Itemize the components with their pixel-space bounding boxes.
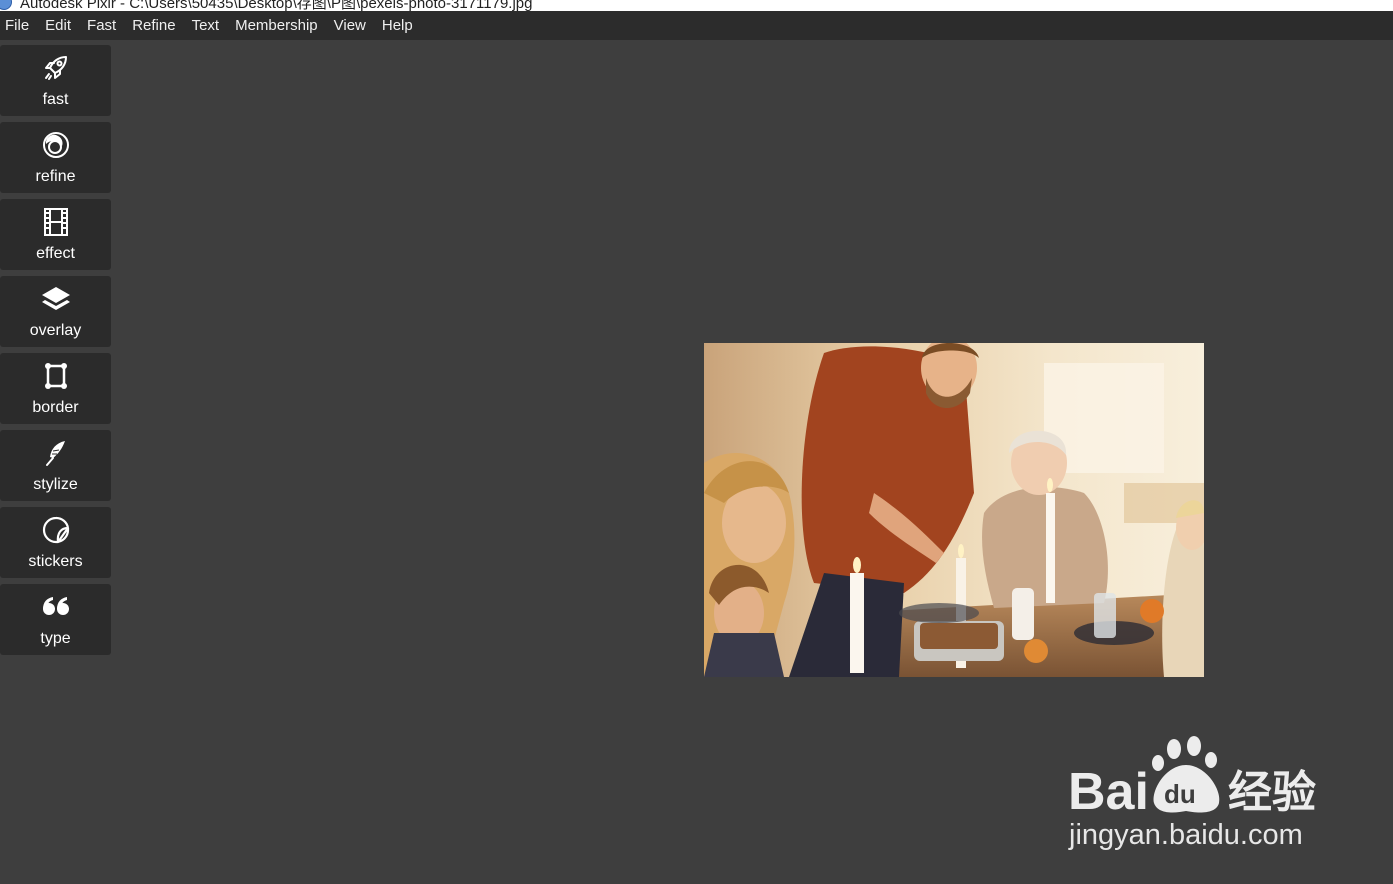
baidu-watermark: Bai 经验 du jingyan.baidu.com <box>1066 735 1326 855</box>
menu-fast[interactable]: Fast <box>79 11 124 40</box>
tool-stickers-button[interactable]: stickers <box>0 507 111 578</box>
app-icon <box>0 0 12 10</box>
tool-border-button[interactable]: border <box>0 353 111 424</box>
tool-effect-button[interactable]: effect <box>0 199 111 270</box>
tool-label: effect <box>36 245 75 262</box>
tool-label: overlay <box>29 322 82 339</box>
menu-membership[interactable]: Membership <box>227 11 326 40</box>
window-titlebar: Autodesk Pixlr - C:\Users\50435\Desktop\… <box>0 0 1393 11</box>
layers-icon <box>41 284 71 314</box>
tool-label: border <box>32 399 79 416</box>
tool-type-button[interactable]: type <box>0 584 111 655</box>
canvas-photo[interactable] <box>704 343 1204 677</box>
tool-sidebar: fast refine effect overlay border styliz… <box>0 45 111 661</box>
menu-file[interactable]: File <box>0 11 37 40</box>
rocket-icon <box>41 53 71 83</box>
border-frame-icon <box>41 361 71 391</box>
svg-text:du: du <box>1164 779 1196 809</box>
tool-label: stickers <box>28 553 83 570</box>
feather-icon <box>41 438 71 468</box>
film-strip-icon <box>41 207 71 237</box>
tool-label: fast <box>42 91 69 108</box>
menu-refine[interactable]: Refine <box>124 11 183 40</box>
tool-label: stylize <box>33 476 78 493</box>
tool-overlay-button[interactable]: overlay <box>0 276 111 347</box>
quote-icon <box>41 592 71 622</box>
tool-stylize-button[interactable]: stylize <box>0 430 111 501</box>
watermark-url: jingyan.baidu.com <box>1069 819 1303 851</box>
tool-fast-button[interactable]: fast <box>0 45 111 116</box>
menu-view[interactable]: View <box>326 11 374 40</box>
svg-text:Bai: Bai <box>1068 763 1149 820</box>
tool-label: type <box>40 630 71 647</box>
sticker-icon <box>41 515 71 545</box>
refine-circles-icon <box>41 130 71 160</box>
tool-refine-button[interactable]: refine <box>0 122 111 193</box>
menu-edit[interactable]: Edit <box>37 11 79 40</box>
svg-text:经验: 经验 <box>1228 767 1316 818</box>
menu-bar: File Edit Fast Refine Text Membership Vi… <box>0 11 1393 40</box>
photo-illustration <box>704 343 1204 677</box>
menu-text[interactable]: Text <box>184 11 228 40</box>
tool-label: refine <box>35 168 76 185</box>
window-title: Autodesk Pixlr - C:\Users\50435\Desktop\… <box>20 0 533 11</box>
menu-help[interactable]: Help <box>374 11 421 40</box>
baidu-logo-icon: Bai 经验 du <box>1068 736 1316 821</box>
